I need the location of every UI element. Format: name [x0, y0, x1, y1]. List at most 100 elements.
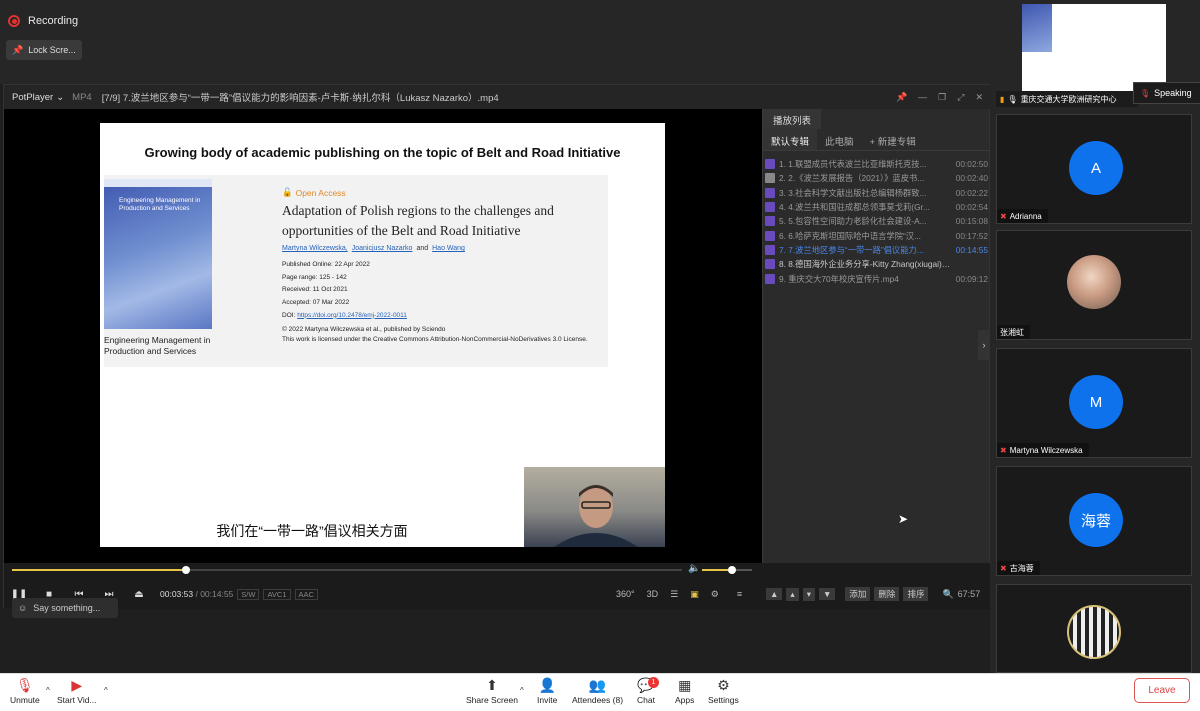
minimize-icon[interactable]: — — [918, 92, 927, 102]
shared-screen-thumbnail[interactable] — [1022, 4, 1166, 92]
move-down-icon[interactable]: ▾ — [802, 587, 815, 601]
unmute-button[interactable]: 🎙 Unmute — [10, 676, 40, 705]
player-format: MP4 — [72, 91, 92, 103]
move-up-icon[interactable]: ▴ — [786, 587, 799, 601]
lock-screen-button[interactable]: 📌 Lock Scre... — [6, 40, 82, 60]
playlist-item[interactable]: 8. 8.德国海外企业务分享-Kitty Zhang(xiugai).mp4 — [765, 257, 988, 271]
codec-tag[interactable]: AAC — [294, 588, 318, 600]
menu-icon[interactable]: ≡ — [737, 589, 742, 599]
playlist-item[interactable]: 6. 6.哈萨克斯坦国际哈中语言学院“汉... 00:17:52 — [765, 228, 988, 242]
presentation-slide: Growing body of academic publishing on t… — [100, 123, 665, 547]
attendees-label: Attendees (8) — [572, 695, 624, 705]
equalizer-icon[interactable]: ☰ — [670, 589, 678, 600]
video-file-icon — [765, 244, 775, 255]
muted-mic-icon: ✖ — [1000, 211, 1007, 221]
playlist-item[interactable]: 3. 3.社会科学文献出版社总编辑杨群致... 00:02:22 — [765, 186, 988, 200]
speaking-label: Speaking — [1154, 88, 1192, 98]
move-top-icon[interactable]: ▲ — [766, 588, 783, 600]
mic-icon: 🎙 — [1007, 94, 1018, 104]
license-line: This work is licensed under the Creative… — [282, 336, 588, 344]
settings-label: Settings — [708, 695, 739, 705]
participant-name: 张湘虹 — [1000, 327, 1024, 337]
chevron-up-icon[interactable]: ^ — [104, 686, 108, 695]
leave-button[interactable]: Leave — [1134, 678, 1190, 703]
fullscreen-icon[interactable]: ⤢ — [957, 92, 964, 103]
player-menu-button[interactable]: PotPlayer ⌄ — [4, 92, 72, 103]
playlist-item-current[interactable]: 7. 7.波兰地区参与“一带一路”倡议能力... 00:14:55 — [765, 243, 988, 257]
video-file-icon — [765, 230, 775, 241]
sort-button[interactable]: 排序 — [903, 587, 929, 601]
meeting-toolbar: 🎙 Unmute ^ ▶ Start Vid... ^ ⬆ Share Scre… — [0, 673, 1200, 711]
pin-icon: 📌 — [12, 44, 24, 55]
pin-icon[interactable]: 📌 — [896, 92, 907, 103]
attendees-button[interactable]: 👥 Attendees (8) — [572, 676, 623, 705]
close-icon[interactable]: ✕ — [975, 92, 983, 103]
unmute-label: Unmute — [10, 695, 40, 705]
add-button[interactable]: 添加 — [845, 587, 871, 601]
playlist-item[interactable]: 2. 2.《波兰发展报告（2021）》蓝皮书... 00:02:40 — [765, 171, 988, 185]
search-icon[interactable]: 🔍 — [942, 589, 953, 600]
page-range: Page range: 125 - 142 — [282, 273, 347, 281]
share-screen-label: Share Screen — [466, 695, 518, 705]
file-icon — [765, 173, 775, 184]
video-area[interactable]: Growing body of academic publishing on t… — [4, 109, 762, 563]
volume-icon[interactable]: 🔈 — [688, 563, 700, 574]
3d-button[interactable]: 3D — [647, 589, 659, 599]
volume-handle[interactable] — [728, 566, 736, 574]
apps-button[interactable]: ▦ Apps — [675, 676, 694, 705]
chevron-down-icon[interactable]: ⌄ — [1087, 651, 1095, 662]
license-text: © 2022 Martyna Wilczewska et al., publis… — [282, 325, 602, 345]
eject-icon[interactable]: ⏏ — [124, 589, 154, 600]
tab-default-album[interactable]: 默认专辑 — [763, 129, 818, 150]
vr-360-button[interactable]: 360° — [616, 589, 635, 599]
playlist-item[interactable]: 9. 重庆交大70年校庆宣传片.mp4 00:09:12 — [765, 271, 988, 285]
settings-button[interactable]: ⚙ Settings — [708, 676, 739, 705]
subtitle-icon[interactable]: ▣ — [690, 589, 699, 600]
author-sep: and — [416, 245, 429, 252]
collapse-panel-button[interactable]: › — [978, 330, 990, 360]
muted-mic-icon: ✖ — [1000, 563, 1007, 573]
seek-handle[interactable] — [182, 566, 191, 574]
video-file-icon — [765, 159, 775, 170]
author-link: Martyna Wilczewska, — [282, 245, 348, 252]
recording-indicator[interactable]: Recording — [8, 10, 78, 32]
reaction-input[interactable]: ☺ Say something... — [12, 598, 118, 618]
codec-tag[interactable]: AVC1 — [263, 588, 291, 600]
chevron-up-icon[interactable]: ^ — [520, 686, 524, 695]
avatar: 海蓉 — [1069, 493, 1123, 547]
seek-bar[interactable] — [12, 566, 682, 574]
invite-label: Invite — [537, 695, 558, 705]
slide-title: Growing body of academic publishing on t… — [144, 145, 621, 160]
playlist-item[interactable]: 5. 5.包容性空间助力老龄化社会建设-A... 00:15:08 — [765, 214, 988, 228]
participant-tile[interactable]: 海蓉 ✖ 古海蓉 — [996, 466, 1192, 576]
participant-tile[interactable]: M ✖ Martyna Wilczewska — [996, 348, 1192, 458]
say-something-placeholder: Say something... — [33, 603, 101, 613]
participant-tile[interactable]: 张湘虹 — [996, 230, 1192, 340]
chevron-up-icon[interactable]: ^ — [46, 686, 50, 695]
playlist-item[interactable]: 4. 4.波兰共和国驻成都总领事莫戈莉(Gr... 00:02:54 — [765, 200, 988, 214]
gear-icon[interactable]: ⚙ — [711, 589, 719, 600]
received-date: Received: 11 Oct 2021 — [282, 286, 348, 294]
open-access-badge: 🔓 Open Access — [282, 187, 346, 198]
video-off-icon: ▶ — [71, 677, 83, 693]
time-display: 00:03:53 / 00:14:55 — [160, 589, 233, 599]
delete-button[interactable]: 删除 — [874, 587, 900, 601]
participant-name: Adrianna — [1009, 211, 1042, 221]
playlist-item[interactable]: 1. 1.联盟成员代表波兰比亚维斯托克技... 00:02:50 — [765, 157, 988, 171]
tab-this-pc[interactable]: 此电脑 — [817, 129, 862, 150]
volume-slider[interactable] — [702, 566, 752, 574]
journal-caption: Engineering Management in Production and… — [104, 335, 211, 357]
published-date: Published Online: 22 Apr 2022 — [282, 261, 370, 268]
move-bottom-icon[interactable]: ▼ — [818, 588, 836, 600]
restore-icon[interactable]: ❐ — [938, 92, 946, 103]
tab-new-album[interactable]: + 新建专辑 — [862, 129, 924, 150]
codec-tag[interactable]: S/W — [237, 588, 260, 600]
avatar-photo — [1067, 255, 1121, 309]
participant-tile[interactable]: ⌄ — [996, 584, 1192, 673]
tab-playlist[interactable]: 播放列表 — [763, 109, 822, 129]
invite-button[interactable]: 👤 Invite — [537, 676, 557, 705]
participant-tile[interactable]: A ✖ Adrianna — [996, 114, 1192, 224]
start-video-button[interactable]: ▶ Start Vid... — [57, 676, 97, 705]
share-screen-button[interactable]: ⬆ Share Screen — [466, 676, 518, 705]
participant-name-label: ✖ 古海蓉 — [997, 561, 1040, 575]
